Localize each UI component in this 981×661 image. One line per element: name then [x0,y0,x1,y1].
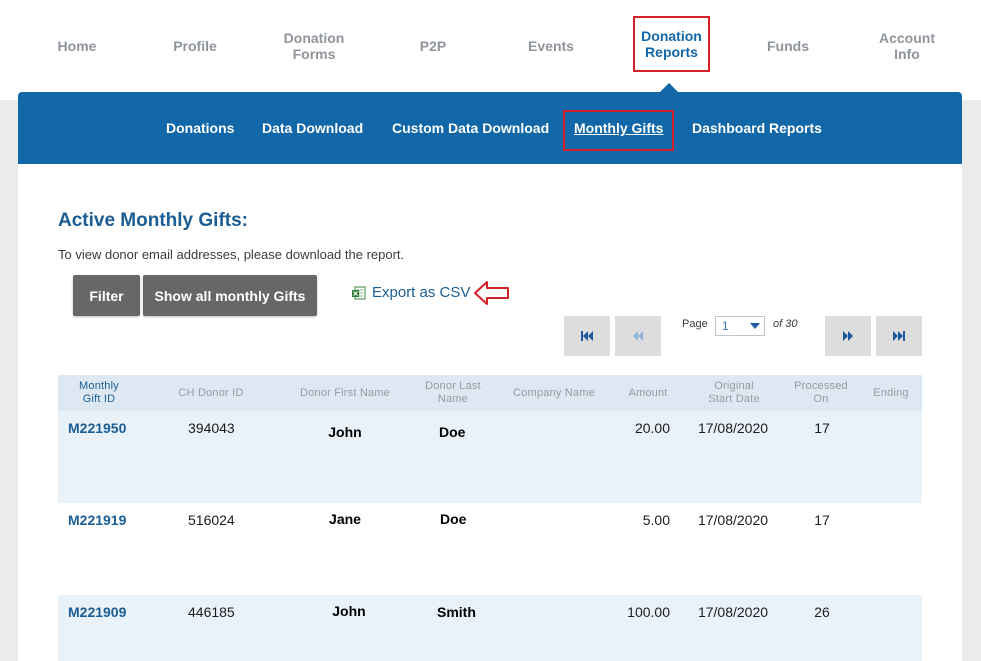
excel-file-icon [352,286,366,299]
table-row: M221950 394043 John Doe 20.00 17/08/2020… [58,411,922,503]
top-nav-label: Profile [173,38,217,54]
top-nav-p2p[interactable]: P2P [393,0,473,92]
export-csv-link[interactable]: Export as CSV [352,284,470,301]
column-header-first-name[interactable]: Donor First Name [285,375,405,411]
processed-on-cell: 17 [814,420,830,436]
donor-id-cell: 446185 [188,604,235,620]
start-date-cell: 17/08/2020 [697,604,769,620]
page-title: Active Monthly Gifts: [58,210,249,231]
amount-cell: 5.00 [642,512,670,528]
amount-cell: 100.00 [627,604,670,620]
start-date-cell: 17/08/2020 [697,512,769,528]
skip-first-icon [581,331,593,341]
skip-last-icon [893,331,905,341]
top-nav-label: Events [528,38,574,54]
email-note: To view donor email addresses, please do… [58,247,405,262]
page-total-label: of 30 [773,318,798,330]
start-date-cell: 17/08/2020 [697,420,769,436]
page-select[interactable]: 1 [715,316,765,336]
show-all-monthly-gifts-button[interactable]: Show all monthly Gifts [143,275,317,316]
processed-on-cell: 17 [814,512,830,528]
table-row: M221909 446185 John Smith 100.00 17/08/2… [58,595,922,661]
donor-id-cell: 394043 [188,420,235,436]
top-nav-home[interactable]: Home [37,0,117,92]
column-header-amount[interactable]: Amount [618,375,678,411]
top-nav-label: Home [57,38,97,54]
first-name-cell: Jane [329,511,361,527]
last-page-button[interactable] [876,316,922,356]
top-nav-label: Donation Forms [283,30,345,62]
export-csv-label: Export as CSV [372,284,471,301]
last-name-cell: Doe [440,511,467,527]
page-label: Page [682,318,708,330]
rewind-icon [633,331,643,341]
top-nav-label: Funds [767,38,809,54]
top-navigation-bar [0,0,981,100]
filter-button[interactable]: Filter [73,275,140,316]
donation-reports-highlight-box [633,16,710,72]
previous-page-button[interactable] [615,316,661,356]
gift-id-link[interactable]: M221919 [68,512,126,528]
chevron-down-icon [750,323,760,329]
processed-on-cell: 26 [814,604,830,620]
top-nav-label: Account Info [879,30,935,62]
last-name-cell: Doe [439,424,466,440]
page-select-value: 1 [722,319,729,333]
donor-id-cell: 516024 [188,512,235,528]
gift-id-link[interactable]: M221909 [68,604,126,620]
column-header-donor-id[interactable]: CH Donor ID [160,375,262,411]
top-nav-events[interactable]: Events [511,0,591,92]
sub-nav-donations[interactable]: Donations [166,120,234,136]
table-row: M221919 516024 Jane Doe 5.00 17/08/2020 … [58,503,922,595]
top-nav-account-info[interactable]: Account Info [866,0,948,92]
active-nav-caret [660,83,678,92]
amount-cell: 20.00 [634,420,670,436]
pointer-arrow-icon [474,281,509,305]
fast-forward-icon [843,331,853,341]
top-nav-profile[interactable]: Profile [155,0,235,92]
next-page-button[interactable] [825,316,871,356]
column-header-last-name[interactable]: Donor Last Name [412,375,494,411]
first-name-cell: John [328,424,362,440]
top-nav-donation-forms[interactable]: Donation Forms [272,0,356,92]
column-header-start-date[interactable]: Original Start Date [696,375,772,411]
column-header-gift-id[interactable]: Monthly Gift ID [62,375,136,411]
first-page-button[interactable] [564,316,610,356]
gift-id-link[interactable]: M221950 [68,420,126,436]
first-name-cell: John [332,603,366,619]
sub-nav-custom-data-download[interactable]: Custom Data Download [392,120,549,136]
last-name-cell: Smith [437,604,476,620]
monthly-gifts-highlight-box [563,110,674,151]
column-header-company[interactable]: Company Name [503,375,605,411]
column-header-processed-on[interactable]: Processed On [784,375,858,411]
sub-nav-dashboard-reports[interactable]: Dashboard Reports [692,120,822,136]
top-nav-label: P2P [419,38,447,54]
top-nav-funds[interactable]: Funds [748,0,828,92]
sub-nav-data-download[interactable]: Data Download [262,120,363,136]
column-header-ending[interactable]: Ending [866,375,916,411]
